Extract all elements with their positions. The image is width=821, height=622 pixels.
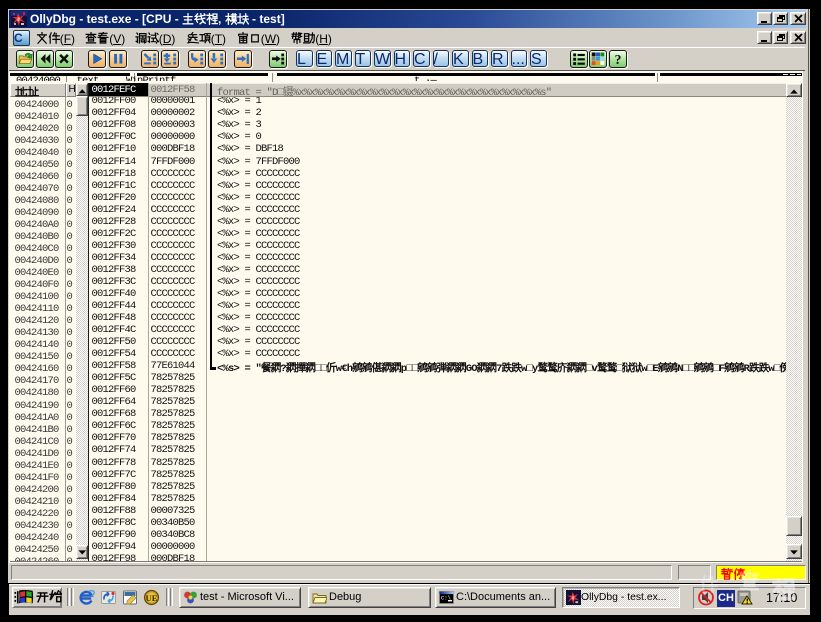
svg-text:?: ? <box>615 52 622 66</box>
svg-text:UE: UE <box>145 593 157 603</box>
